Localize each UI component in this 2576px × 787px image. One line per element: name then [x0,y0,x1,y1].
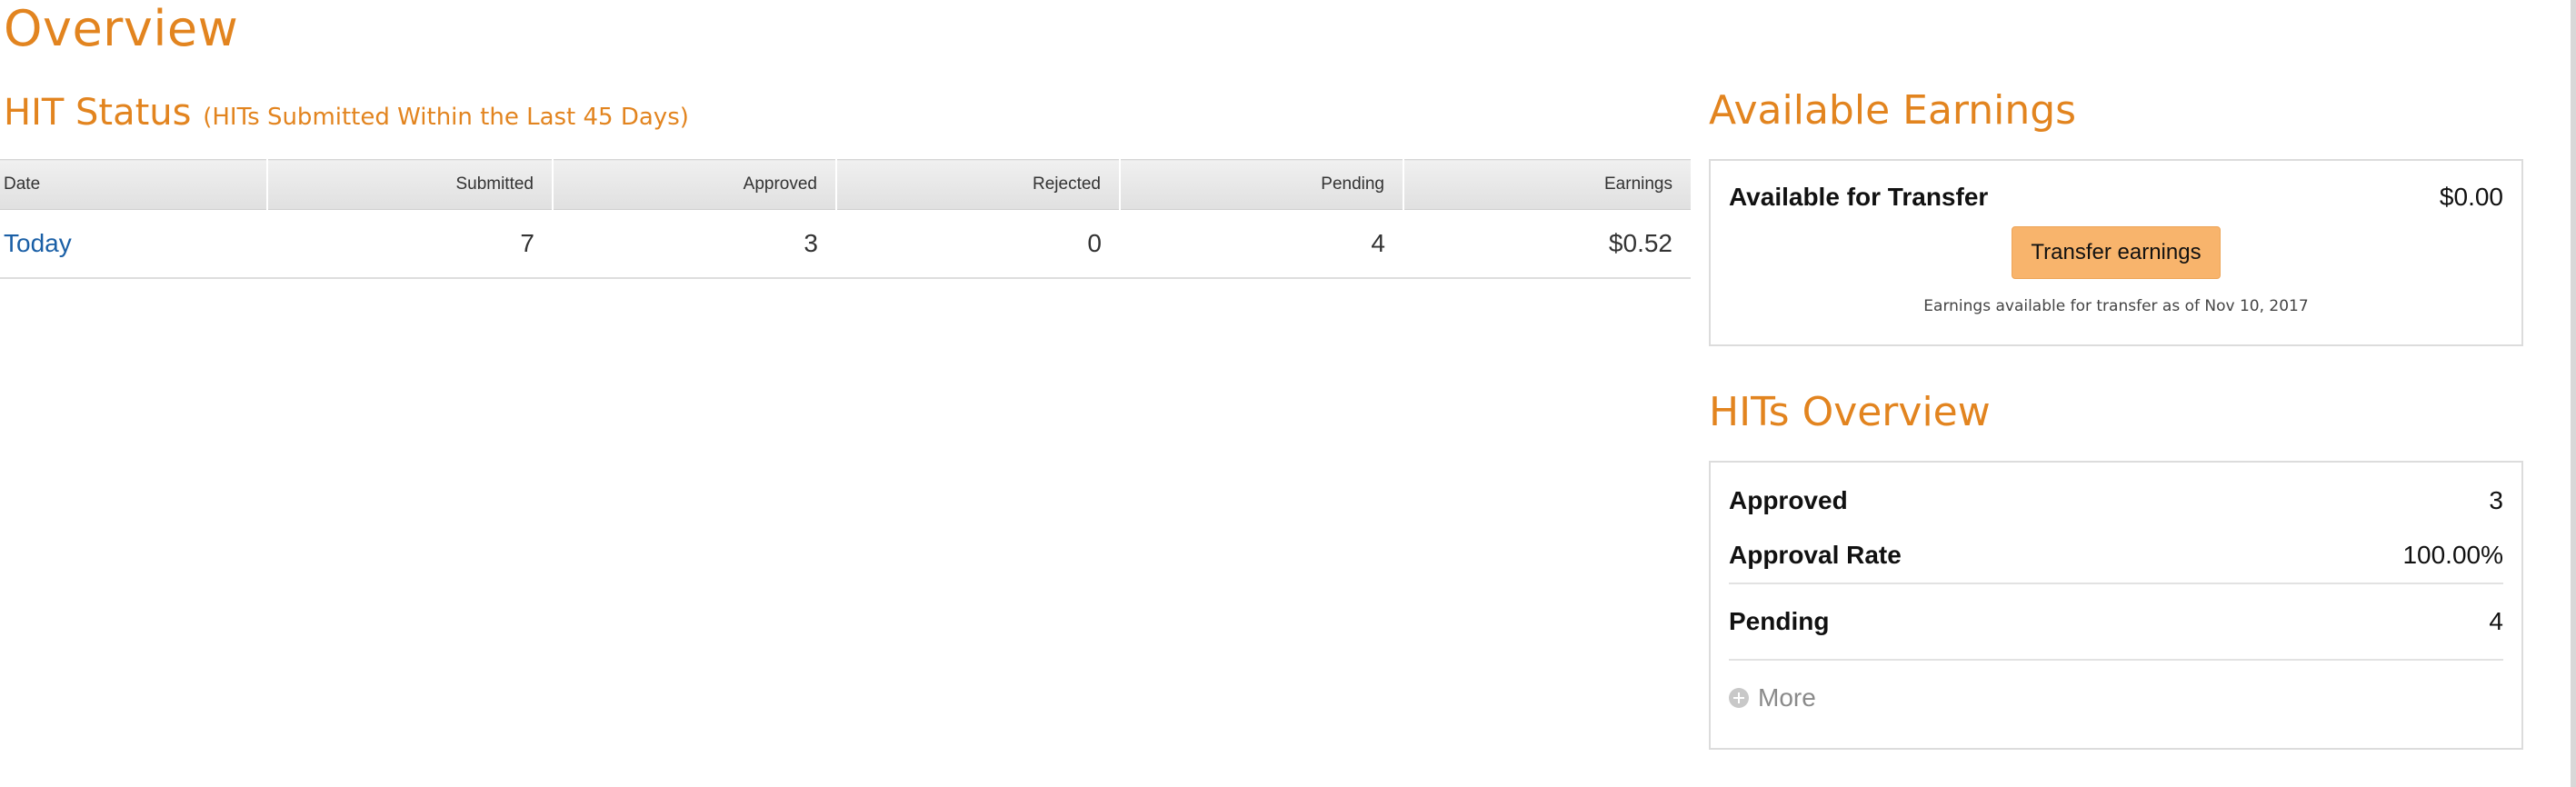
overview-page: Overview HIT Status (HITs Submitted With… [0,0,2576,787]
scrollbar[interactable] [2571,0,2576,787]
approved-value: 3 [2489,486,2503,514]
pending-label: Pending [1729,607,1830,635]
cell-rejected: 0 [836,209,1120,279]
more-toggle[interactable]: More [1711,661,2521,735]
today-link[interactable]: Today [4,229,72,257]
approval-rate-label: Approval Rate [1729,541,1902,569]
approved-row: Approved 3 [1711,473,2521,528]
cell-date: Today [0,209,267,279]
hits-overview-title: HITs Overview [1709,389,1991,435]
available-earnings-title: Available Earnings [1709,87,2077,134]
available-for-transfer-label: Available for Transfer [1729,183,1989,211]
transfer-earnings-button[interactable]: Transfer earnings [2012,226,2221,279]
plus-circle-icon [1729,688,1749,708]
column-header-rejected[interactable]: Rejected [835,159,1120,210]
column-header-date[interactable]: Date [0,159,267,210]
column-header-earnings[interactable]: Earnings [1403,159,1691,210]
approval-rate-row: Approval Rate 100.00% [1711,528,2521,583]
hit-status-subtitle: (HITs Submitted Within the Last 45 Days) [203,104,689,131]
pending-row: Pending 4 [1711,584,2521,659]
table-header-row: Date Submitted Approved Rejected Pending… [0,159,1691,210]
column-header-pending[interactable]: Pending [1119,159,1403,210]
more-label: More [1758,683,1816,712]
cell-submitted: 7 [267,209,553,279]
approval-rate-value: 100.00% [2402,541,2503,569]
cell-pending: 4 [1120,209,1403,279]
column-header-approved[interactable]: Approved [552,159,836,210]
pending-value: 4 [2489,607,2503,635]
page-title: Overview [4,0,239,57]
hit-status-title: HIT Status [4,92,192,134]
hit-status-heading: HIT Status (HITs Submitted Within the La… [4,91,689,139]
cell-approved: 3 [553,209,836,279]
table-row: Today 7 3 0 4 $0.52 [0,209,1691,279]
hit-status-table: Date Submitted Approved Rejected Pending… [0,159,1691,279]
earnings-as-of-note: Earnings available for transfer as of No… [1923,297,2309,315]
column-header-submitted[interactable]: Submitted [266,159,553,210]
cell-earnings: $0.52 [1403,209,1691,279]
hits-overview-box: Approved 3 Approval Rate 100.00% Pending… [1709,461,2523,750]
available-for-transfer-row: Available for Transfer $0.00 [1711,172,2521,223]
available-for-transfer-value: $0.00 [2439,183,2503,211]
available-earnings-box: Available for Transfer $0.00 Transfer ea… [1709,159,2523,346]
approved-label: Approved [1729,486,1848,514]
